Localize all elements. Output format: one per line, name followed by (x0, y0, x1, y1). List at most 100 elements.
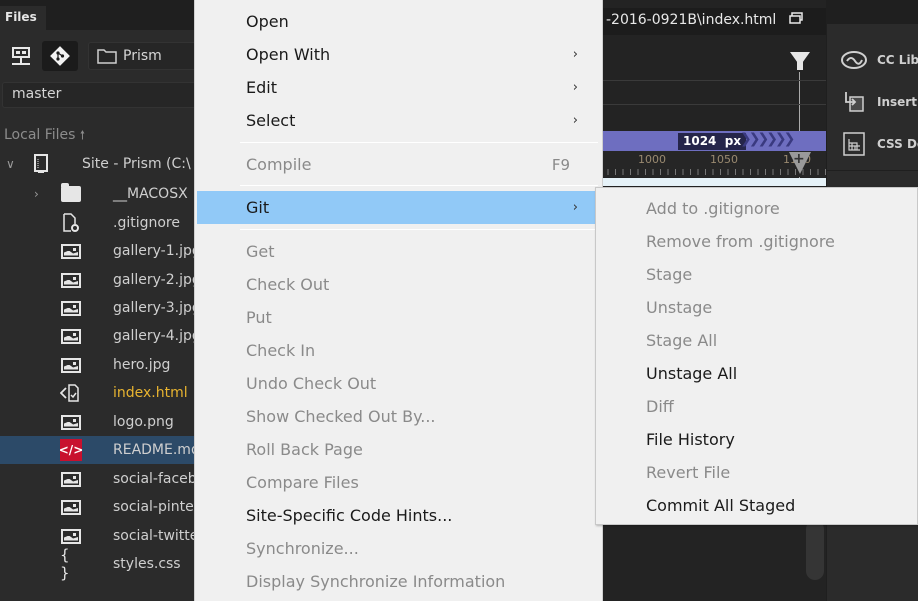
tree-label: logo.png (113, 414, 174, 430)
branch-select[interactable]: master (2, 82, 196, 108)
files-panel: Files Prism master Local Files 🠕 ∨ Site (0, 0, 253, 601)
submenu-item-stage[interactable]: Stage (596, 258, 917, 291)
tree-row-file[interactable]: logo.png (0, 408, 196, 436)
local-files-header[interactable]: Local Files 🠕 (4, 126, 85, 147)
submenu-item-commit-all-staged[interactable]: Commit All Staged (596, 489, 917, 522)
context-menu: Open Open With › Edit › Select › Compile F9 … (194, 0, 603, 601)
tree-row-file[interactable]: gallery-2.jpg (0, 266, 201, 294)
menu-item-git[interactable]: Git › (197, 191, 598, 224)
html-file-icon (60, 383, 82, 403)
menu-item-open[interactable]: Open (195, 5, 600, 38)
tree-row-file-selected[interactable]: </> README.md (0, 436, 200, 464)
divider (827, 170, 918, 171)
panel-cc-libraries[interactable]: CC Libraries (841, 47, 918, 73)
panel-css-designer[interactable]: CSS Designer (841, 131, 918, 157)
menu-item-open-with[interactable]: Open With › (195, 38, 600, 71)
git-submenu: Add to .gitignore Remove from .gitignore… (595, 187, 918, 525)
submenu-item-add-to-gitignore[interactable]: Add to .gitignore (596, 192, 917, 225)
menu-item-undo-check-out[interactable]: Undo Check Out (195, 367, 600, 400)
tab-files[interactable]: Files (0, 6, 46, 30)
tree-row-folder[interactable]: › __MACOSX (0, 180, 196, 208)
tree-row-file[interactable]: index.html (0, 379, 196, 407)
document-tab[interactable]: -2016-0921B\index.html (600, 8, 826, 35)
menu-item-get[interactable]: Get (195, 235, 600, 268)
submenu-item-diff[interactable]: Diff (596, 390, 917, 423)
tree-label: README.md (113, 442, 200, 458)
menu-separator (240, 185, 598, 186)
chevron-down-icon[interactable]: ∨ (6, 157, 15, 171)
settings-file-icon (60, 213, 82, 233)
submenu-item-unstage-all[interactable]: Unstage All (596, 357, 917, 390)
plus-icon: + (793, 151, 805, 167)
chevron-right-icon: › (572, 47, 578, 62)
tree-row-file[interactable]: { } styles.css (0, 546, 196, 582)
tree-row-file[interactable]: gallery-4.jpg (0, 322, 201, 350)
live-view-strip (600, 178, 826, 186)
tree-label: gallery-3.jpg (113, 300, 201, 316)
menu-item-edit[interactable]: Edit › (195, 71, 600, 104)
restore-window-icon[interactable] (789, 12, 803, 28)
menu-item-compare-files[interactable]: Compare Files (195, 466, 600, 499)
manage-sites-icon[interactable] (6, 42, 36, 72)
panel-label: Insert (877, 95, 917, 109)
folder-icon (60, 183, 82, 204)
menu-item-check-out[interactable]: Check Out (195, 268, 600, 301)
submenu-item-remove-from-gitignore[interactable]: Remove from .gitignore (596, 225, 917, 258)
tree-row-file[interactable]: gallery-1.jpg (0, 237, 201, 265)
tree-row-file[interactable]: hero.jpg (0, 351, 196, 379)
local-files-label: Local Files (4, 127, 76, 143)
files-tabbar: Files (0, 0, 196, 30)
image-icon (60, 526, 82, 546)
menu-item-check-in[interactable]: Check In (195, 334, 600, 367)
chevron-right-icon[interactable]: › (34, 187, 39, 201)
menu-item-display-synchronize-information[interactable]: Display Synchronize Information (195, 565, 600, 598)
image-icon (60, 298, 82, 318)
tree-label: gallery-2.jpg (113, 272, 201, 288)
site-select-value: Prism (123, 48, 162, 64)
menu-item-synchronize[interactable]: Synchronize... (195, 532, 600, 565)
dreamweaver-window: Files Prism master Local Files 🠕 ∨ Site (0, 0, 918, 601)
submenu-item-stage-all[interactable]: Stage All (596, 324, 917, 357)
git-icon[interactable] (42, 41, 78, 71)
panel-label: CC Libraries (877, 53, 918, 67)
submenu-item-unstage[interactable]: Unstage (596, 291, 917, 324)
site-select[interactable]: Prism (88, 42, 208, 70)
tree-label: index.html (113, 385, 188, 401)
media-query-label[interactable]: 1024 px (678, 133, 747, 150)
divider (600, 104, 826, 105)
menu-item-compile[interactable]: Compile F9 (195, 148, 600, 181)
folder-icon (97, 49, 117, 64)
tree-row-file[interactable]: gallery-3.jpg (0, 294, 201, 322)
shortcut-label: F9 (551, 155, 570, 174)
tree-row-file[interactable]: .gitignore (0, 209, 196, 237)
markdown-icon: </> (59, 439, 83, 461)
tree-label: .gitignore (113, 215, 180, 231)
filter-icon-stem (797, 60, 803, 70)
menu-item-roll-back-page[interactable]: Roll Back Page (195, 433, 600, 466)
submenu-item-revert-file[interactable]: Revert File (596, 456, 917, 489)
image-icon (60, 412, 82, 432)
tree-label: gallery-1.jpg (113, 243, 201, 259)
tree-row-file[interactable]: social-pinterest.png (0, 493, 252, 521)
submenu-item-file-history[interactable]: File History (596, 423, 917, 456)
panel-insert[interactable]: Insert (841, 89, 917, 115)
menu-item-show-checked-out-by[interactable]: Show Checked Out By... (195, 400, 600, 433)
tree-label: Site - Prism (C:\ (82, 156, 191, 172)
menu-item-site-specific-code-hints[interactable]: Site-Specific Code Hints... (195, 499, 600, 532)
divider (600, 80, 826, 81)
menu-item-select[interactable]: Select › (195, 104, 600, 137)
creative-cloud-icon (841, 49, 867, 71)
image-icon (60, 241, 82, 261)
media-query-chevrons-icon: ❯❯❯❯❯❯ (740, 131, 795, 147)
menu-item-put[interactable]: Put (195, 301, 600, 334)
image-icon (60, 270, 82, 290)
files-toolbar: Prism (6, 41, 208, 72)
tree-row-file[interactable]: social-facebook.png (0, 465, 253, 493)
tree-row-site[interactable]: ∨ Site - Prism (C:\ (0, 150, 196, 178)
menu-separator (240, 229, 598, 230)
scrollbar-thumb[interactable] (806, 520, 824, 580)
image-icon (60, 326, 82, 346)
menu-separator (240, 142, 598, 143)
chevron-right-icon: › (572, 200, 578, 215)
tree-row-file[interactable]: social-twitter.png (0, 522, 234, 550)
